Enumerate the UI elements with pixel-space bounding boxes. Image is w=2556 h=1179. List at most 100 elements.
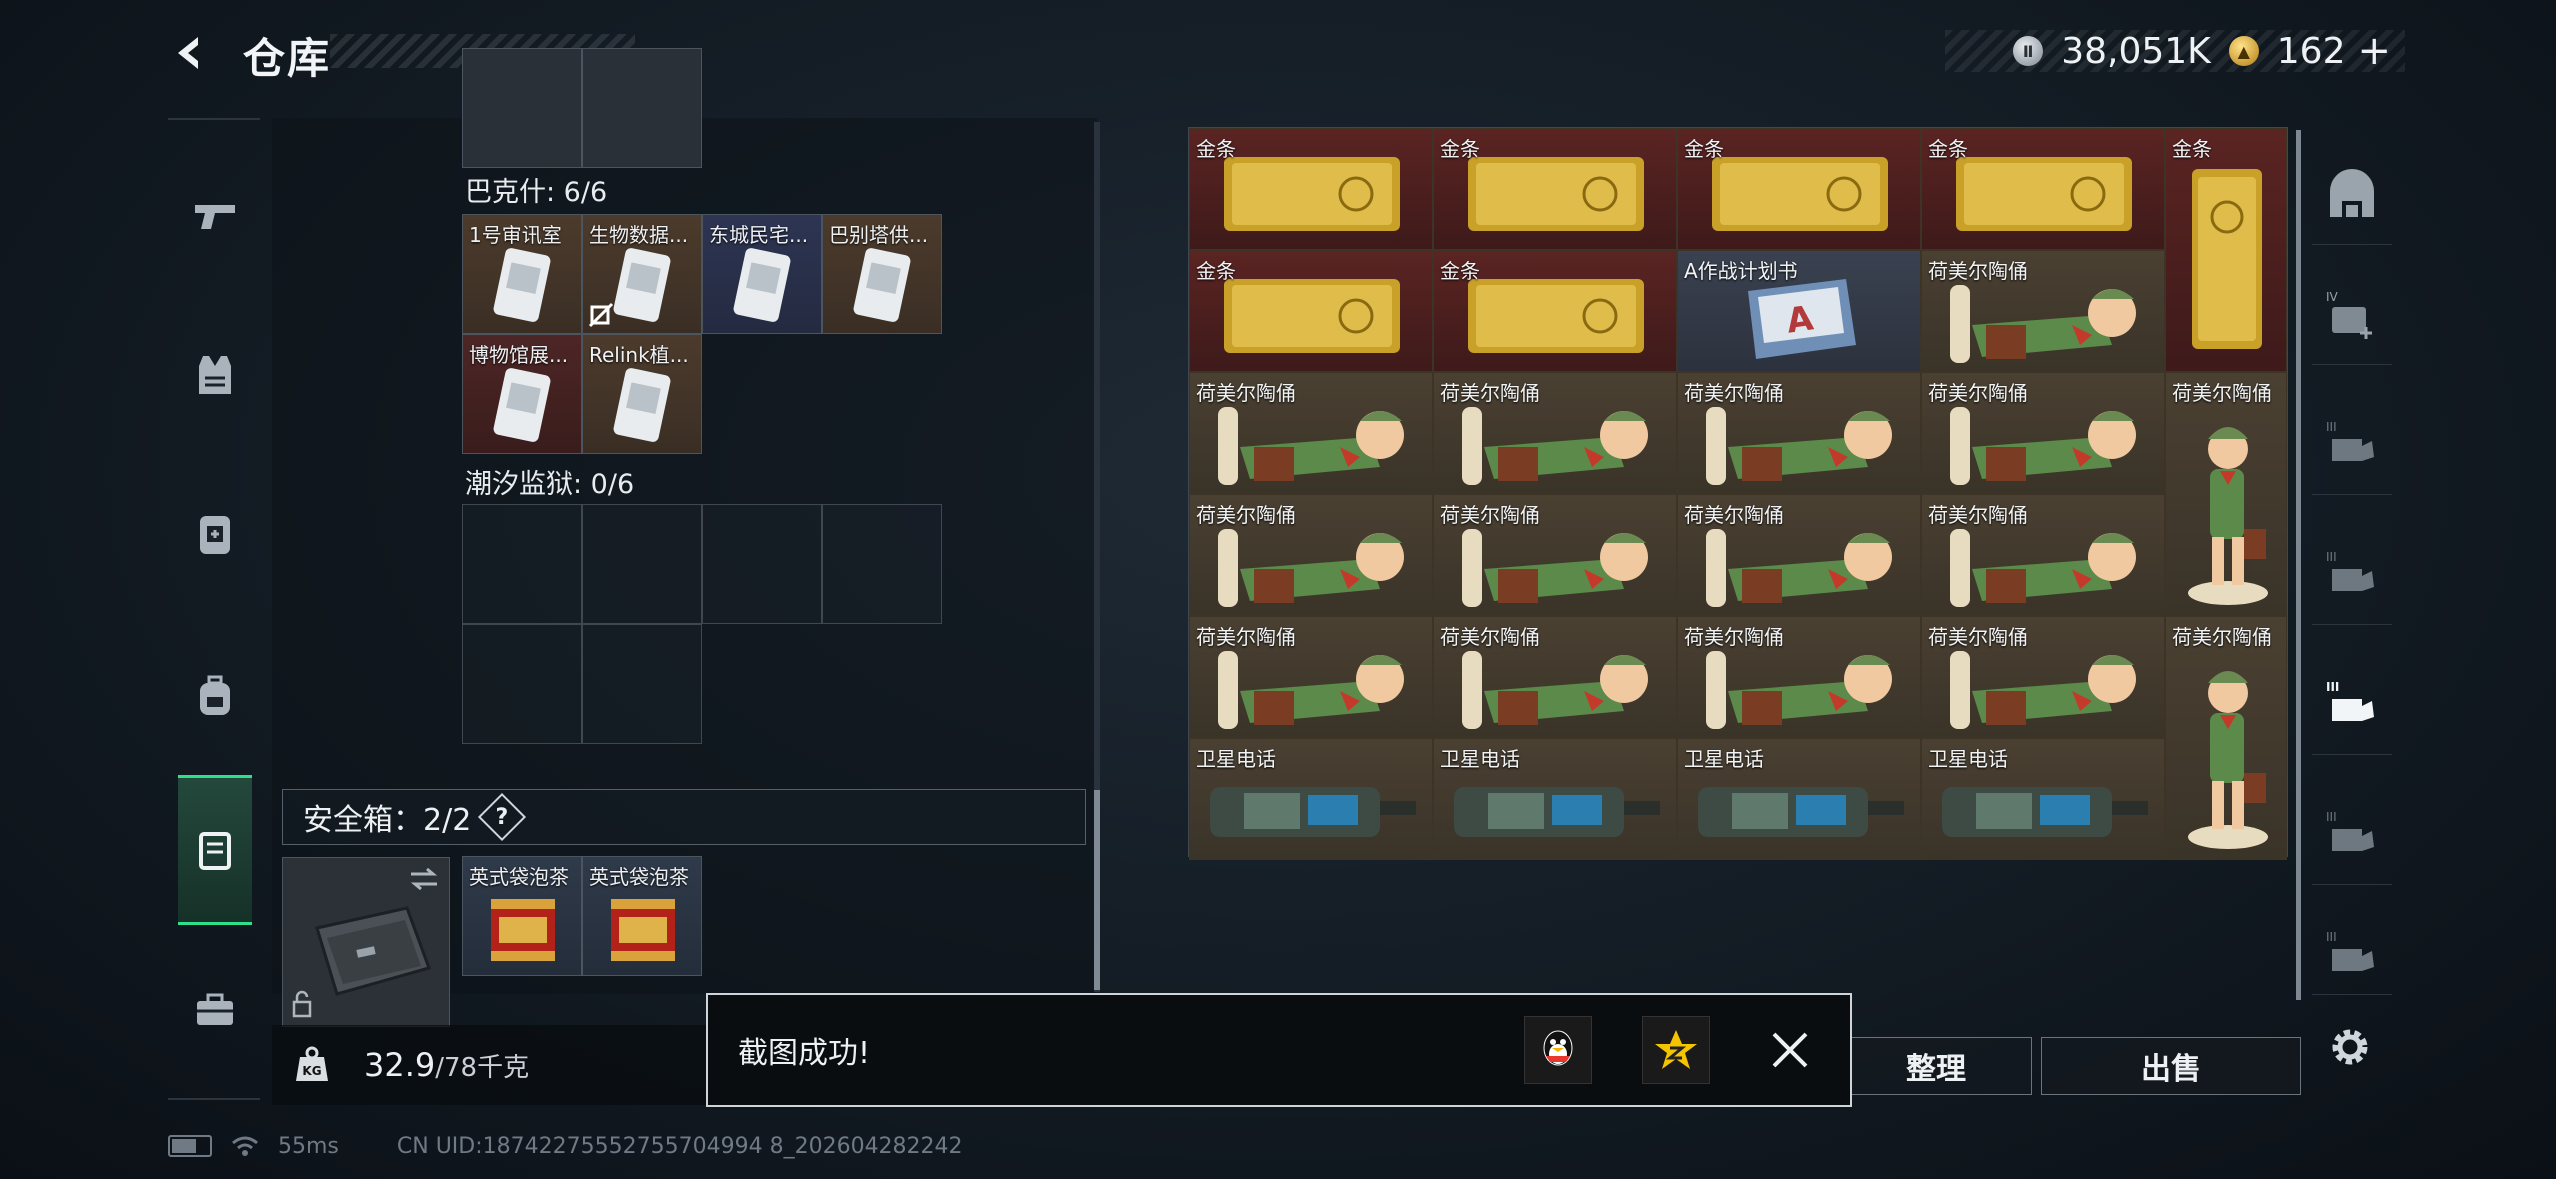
toast-close-button[interactable] — [1760, 1020, 1820, 1080]
keycard-item[interactable]: 博物馆展... — [462, 334, 582, 454]
satellite-phone-item[interactable]: 卫星电话 — [1189, 738, 1433, 860]
figurine-item[interactable]: 荷美尔陶俑 — [1677, 372, 1921, 494]
warehouse-icon — [2330, 168, 2374, 217]
rail-tier-3-e[interactable]: III — [2312, 915, 2392, 995]
figurine-item[interactable]: 荷美尔陶俑 — [1677, 616, 1921, 738]
stash-grid: 金条 金条 金条 金条 金条 金条 金条 A A作战计划书 荷美尔陶俑 荷美尔陶… — [1188, 127, 2288, 860]
nav-backpack[interactable] — [178, 650, 252, 740]
gear-icon — [2332, 1029, 2368, 1065]
gold-bar-icon — [1468, 157, 1644, 231]
chest-rig-icon — [200, 516, 230, 554]
currency-bar: Ⅱ 38,051K ▲ 162 + — [1945, 28, 2405, 74]
svg-text:III: III — [2326, 420, 2337, 434]
rail-stash-home[interactable] — [2312, 145, 2392, 245]
gold-bar-item[interactable]: 金条 — [1189, 128, 1433, 250]
empty-slot[interactable] — [582, 504, 702, 624]
no-sync-icon — [588, 302, 614, 328]
item-name: 荷美尔陶俑 — [1684, 625, 1784, 649]
document-box-icon: A — [1748, 279, 1856, 359]
item-name: 荷美尔陶俑 — [1196, 503, 1296, 527]
figurine-item[interactable]: 荷美尔陶俑 — [1189, 372, 1433, 494]
tea-item[interactable]: 英式袋泡茶 — [462, 856, 582, 976]
partial-item-slot[interactable] — [462, 48, 582, 168]
figurine-item[interactable]: 荷美尔陶俑 — [1433, 616, 1677, 738]
empty-slot[interactable] — [462, 504, 582, 624]
figurine-item[interactable]: 荷美尔陶俑 — [2165, 616, 2287, 860]
battle-plan-item[interactable]: A A作战计划书 — [1677, 250, 1921, 372]
figurine-item[interactable]: 荷美尔陶俑 — [1921, 616, 2165, 738]
weight-bar: KG 32.9/78千克 — [272, 1025, 712, 1105]
gold-bar-item[interactable]: 金条 — [1677, 128, 1921, 250]
rail-tier-3-a[interactable]: III — [2312, 395, 2392, 495]
figurine-item[interactable]: 荷美尔陶俑 — [1189, 616, 1433, 738]
figurine-item[interactable]: 荷美尔陶俑 — [2165, 372, 2287, 616]
keycard-item[interactable]: Relink植... — [582, 334, 702, 454]
safe-box-title: 安全箱：2/2 — [303, 803, 472, 838]
empty-slot[interactable] — [702, 504, 822, 624]
keycard-item[interactable]: 巴别塔供... — [822, 214, 942, 334]
screenshot-toast: 截图成功! — [706, 993, 1852, 1107]
tea-item[interactable]: 英式袋泡茶 — [582, 856, 702, 976]
satellite-phone-icon — [1454, 787, 1660, 837]
empty-slot[interactable] — [822, 504, 942, 624]
gold-bar-item[interactable]: 金条 — [1433, 250, 1677, 372]
gold-bar-icon — [1956, 157, 2132, 231]
figurine-item[interactable]: 荷美尔陶俑 — [1921, 494, 2165, 616]
share-qzone-button[interactable] — [1642, 1016, 1710, 1084]
rail-tier-3-d[interactable]: III — [2312, 785, 2392, 885]
partial-item-slot[interactable] — [582, 48, 702, 168]
keycard-item[interactable]: 生物数据... — [582, 214, 702, 334]
item-name: 荷美尔陶俑 — [1928, 381, 2028, 405]
safe-case-image — [315, 906, 431, 996]
nav-weapons[interactable] — [178, 170, 252, 260]
rail-tier-3-c-active[interactable]: III — [2312, 655, 2392, 755]
sell-button[interactable]: 出售 — [2041, 1037, 2301, 1095]
gold-bar-item[interactable]: 金条 — [2165, 128, 2287, 372]
sort-button[interactable]: 整理 — [1840, 1037, 2032, 1095]
briefcase-icon — [197, 993, 233, 1025]
rail-tier-4-medical[interactable]: IV — [2312, 265, 2392, 365]
item-name: 生物数据... — [589, 223, 689, 247]
help-icon: ? — [495, 804, 509, 830]
rail-tier-3-b[interactable]: III — [2312, 525, 2392, 625]
empty-slot[interactable] — [582, 624, 702, 744]
back-arrow-icon — [178, 37, 198, 69]
battery-icon — [168, 1135, 212, 1157]
safe-case-icon — [199, 832, 231, 870]
item-name: 金条 — [1196, 259, 1236, 283]
item-name: 荷美尔陶俑 — [1928, 259, 2028, 283]
gold-bar-item[interactable]: 金条 — [1433, 128, 1677, 250]
nav-armor[interactable] — [178, 490, 252, 580]
gold-currency-value: 162 — [2276, 30, 2346, 72]
share-qq-button[interactable] — [1524, 1016, 1592, 1084]
gold-bar-item[interactable]: 金条 — [1921, 128, 2165, 250]
figurine-item[interactable]: 荷美尔陶俑 — [1921, 372, 2165, 494]
back-button[interactable] — [165, 28, 215, 78]
item-name: 荷美尔陶俑 — [1684, 381, 1784, 405]
empty-slot[interactable] — [462, 624, 582, 744]
nav-safe-box[interactable] — [178, 775, 252, 925]
keycard-item[interactable]: 东城民宅... — [702, 214, 822, 334]
nav-vest[interactable] — [178, 330, 252, 420]
settings-button[interactable] — [2318, 1015, 2382, 1079]
add-currency-button[interactable]: + — [2357, 28, 2391, 74]
nav-toolbox[interactable] — [178, 965, 252, 1055]
keycard-item[interactable]: 1号审讯室 — [462, 214, 582, 334]
left-scroll-thumb[interactable] — [1094, 790, 1100, 990]
stash-scrollbar[interactable] — [2296, 130, 2301, 1000]
figurine-item[interactable]: 荷美尔陶俑 — [1433, 494, 1677, 616]
satellite-phone-item[interactable]: 卫星电话 — [1921, 738, 2165, 860]
gold-bar-item[interactable]: 金条 — [1189, 250, 1433, 372]
figurine-item[interactable]: 荷美尔陶俑 — [1921, 250, 2165, 372]
safe-box-slot[interactable] — [282, 857, 450, 1027]
swap-icon[interactable] — [407, 866, 441, 892]
keycard-icon — [733, 248, 791, 322]
figurine-item[interactable]: 荷美尔陶俑 — [1433, 372, 1677, 494]
item-name: 金条 — [1440, 137, 1480, 161]
figurine-item[interactable]: 荷美尔陶俑 — [1189, 494, 1433, 616]
backpack-icon — [200, 675, 230, 715]
figurine-item[interactable]: 荷美尔陶俑 — [1677, 494, 1921, 616]
safe-box-help-button[interactable]: ? — [478, 792, 527, 842]
satellite-phone-item[interactable]: 卫星电话 — [1677, 738, 1921, 860]
satellite-phone-item[interactable]: 卫星电话 — [1433, 738, 1677, 860]
